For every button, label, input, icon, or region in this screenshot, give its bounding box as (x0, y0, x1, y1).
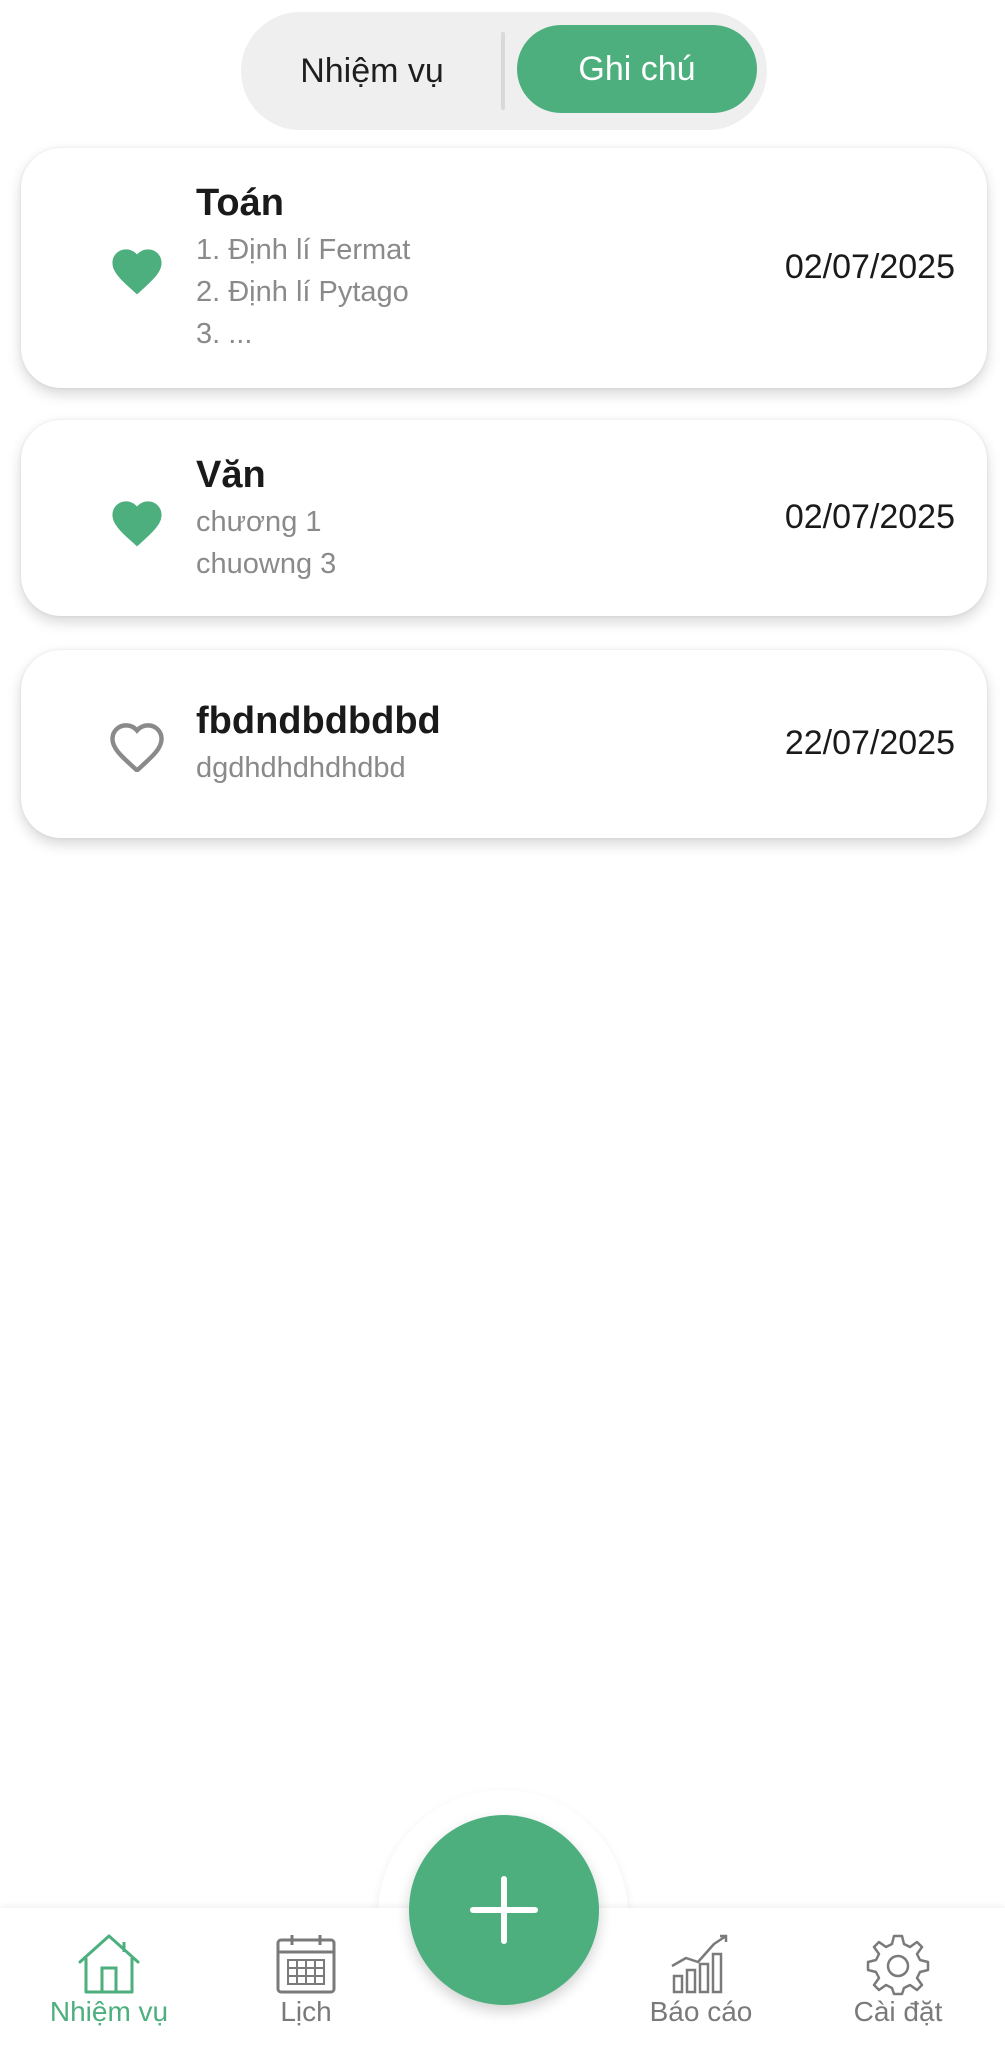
note-card[interactable]: Toán 1. Định lí Fermat 2. Định lí Pytago… (21, 148, 987, 388)
note-line: 1. Định lí Fermat (196, 234, 411, 266)
calendar-icon (276, 1935, 336, 1994)
note-date: 22/07/2025 (784, 724, 955, 762)
home-icon (78, 1934, 140, 1994)
note-line: chuowng 3 (196, 548, 337, 580)
note-line: dgdhdhdhdhdbd (196, 752, 406, 784)
nav-label: Lịch (280, 1996, 332, 2027)
nav-label: Báo cáo (649, 1996, 753, 2027)
nav-item-settings[interactable]: Cài đặt (803, 1928, 993, 2038)
favorite-heart-icon[interactable] (107, 242, 167, 296)
view-toggle: Nhiệm vụ Ghi chú (241, 12, 767, 130)
note-title: Toán (196, 182, 284, 224)
nav-label: Cài đặt (853, 1996, 943, 2027)
note-date: 02/07/2025 (784, 498, 955, 536)
favorite-heart-icon[interactable] (107, 494, 167, 548)
gear-icon (866, 1934, 930, 1996)
app-root: Nhiệm vụ Ghi chú Toán 1. Định lí Fermat … (0, 0, 1005, 2048)
note-line: 3. ... (196, 318, 253, 350)
note-line: 2. Định lí Pytago (196, 276, 409, 308)
toggle-divider (501, 32, 505, 110)
add-note-button[interactable] (409, 1815, 599, 2005)
nav-item-reports[interactable]: Báo cáo (606, 1928, 796, 2038)
nav-item-tasks[interactable]: Nhiệm vụ (14, 1928, 204, 2038)
toggle-tasks[interactable]: Nhiệm vụ (241, 12, 503, 130)
favorite-heart-outline-icon[interactable] (107, 718, 167, 772)
plus-icon (470, 1876, 538, 1944)
note-card[interactable]: Văn chương 1 chuowng 3 02/07/2025 (21, 420, 987, 616)
note-title: fbdndbdbdbd (196, 700, 441, 742)
note-title: Văn (196, 454, 266, 496)
chart-icon (671, 1934, 728, 1994)
nav-item-calendar[interactable]: Lịch (211, 1928, 401, 2038)
nav-label: Nhiệm vụ (49, 1996, 169, 2027)
toggle-notes[interactable]: Ghi chú (517, 25, 757, 113)
note-line: chương 1 (196, 506, 322, 538)
note-card[interactable]: fbdndbdbdbd dgdhdhdhdhdbd 22/07/2025 (21, 650, 987, 838)
note-date: 02/07/2025 (784, 248, 955, 286)
